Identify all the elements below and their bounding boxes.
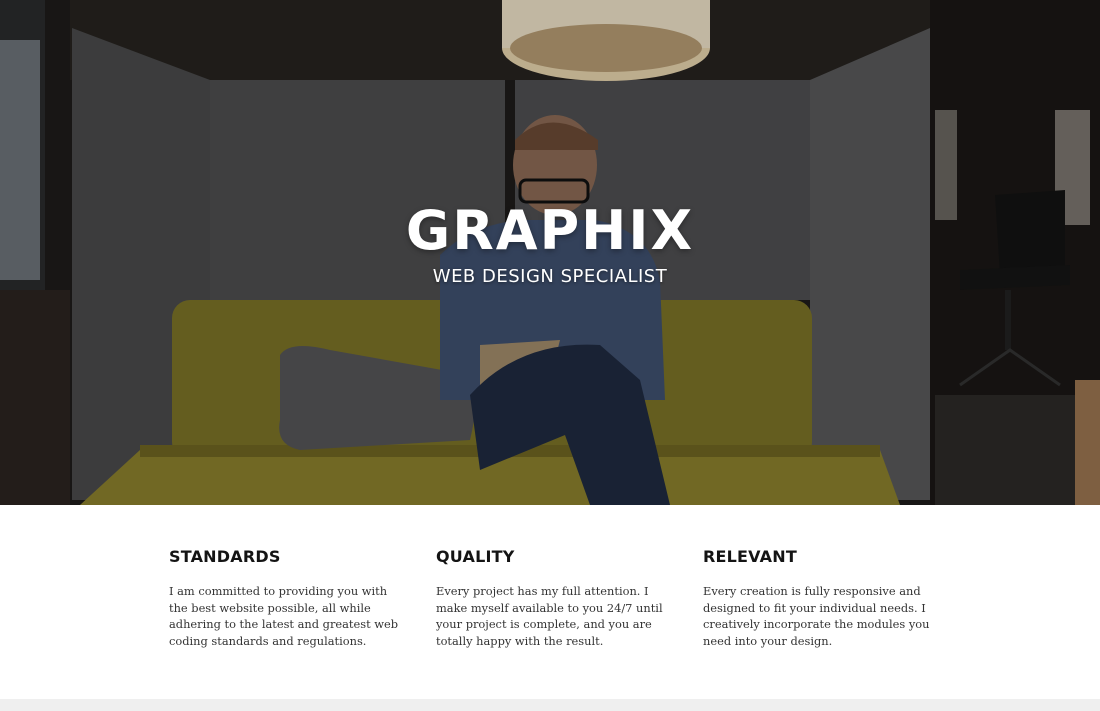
- site-brand-title: GRAPHIX: [405, 199, 695, 262]
- hero-text: GRAPHIX WEB DESIGN SPECIALIST: [0, 196, 1100, 288]
- feature-quality: QUALITY Every project has my full attent…: [436, 547, 666, 649]
- feature-body: I am committed to providing you with the…: [169, 584, 399, 648]
- footer-strip: [0, 699, 1100, 711]
- feature-body: Every creation is fully responsive and d…: [703, 584, 930, 648]
- features-section: STANDARDS I am committed to providing yo…: [0, 505, 1100, 699]
- feature-body: Every project has my full attention. I m…: [436, 584, 663, 648]
- hero-section: GRAPHIX WEB DESIGN SPECIALIST: [0, 0, 1100, 505]
- site-tagline: WEB DESIGN SPECIALIST: [432, 266, 668, 287]
- feature-standards: STANDARDS I am committed to providing yo…: [169, 547, 399, 649]
- feature-heading: QUALITY: [436, 547, 515, 566]
- feature-heading: STANDARDS: [169, 547, 281, 566]
- feature-relevant: RELEVANT Every creation is fully respons…: [703, 547, 933, 649]
- feature-heading: RELEVANT: [703, 547, 797, 566]
